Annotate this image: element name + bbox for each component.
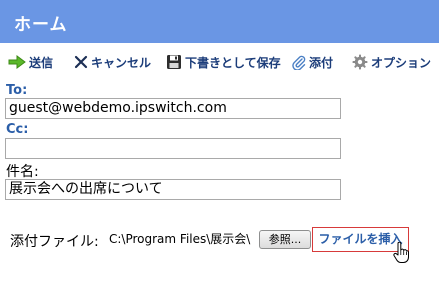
send-arrow-icon <box>8 55 26 69</box>
subject-field[interactable]: 展示会への出席について <box>5 179 341 200</box>
send-label: 送信 <box>29 55 54 70</box>
file-path-input[interactable]: C:\Program Files\展示会\ <box>107 230 267 249</box>
save-draft-button[interactable]: 下書きとして保存 <box>166 51 281 73</box>
attach-label: 添付 <box>309 55 334 70</box>
attachment-row: 添付ファイル: C:\Program Files\展示会\ 参照... ファイル… <box>10 227 439 252</box>
toolbar: 送信 キャンセル 下書きとして保存 添付 オプション <box>8 51 438 73</box>
options-label: オプション <box>371 55 432 70</box>
paperclip-icon <box>292 55 306 70</box>
attachment-label: 添付ファイル: <box>10 234 99 250</box>
options-button[interactable]: オプション <box>352 51 431 73</box>
save-draft-label: 下書きとして保存 <box>185 55 281 70</box>
subject-label: 件名: <box>6 164 39 180</box>
hand-cursor-icon <box>393 242 409 263</box>
cc-field[interactable] <box>5 138 341 159</box>
to-label: To: <box>6 83 28 98</box>
cancel-label: キャンセル <box>91 55 152 70</box>
send-button[interactable]: 送信 <box>8 51 53 73</box>
gear-icon <box>352 54 368 70</box>
cc-label: Cc: <box>6 122 29 137</box>
page-title: ホーム <box>14 15 68 35</box>
cancel-button[interactable]: キャンセル <box>74 51 151 73</box>
browse-button[interactable]: 参照... <box>259 230 311 249</box>
header-bar: ホーム <box>0 0 439 43</box>
save-disk-icon <box>167 55 181 69</box>
cancel-x-icon <box>74 55 88 69</box>
attach-button[interactable]: 添付 <box>291 51 333 73</box>
to-field[interactable]: guest@webdemo.ipswitch.com <box>5 98 341 119</box>
